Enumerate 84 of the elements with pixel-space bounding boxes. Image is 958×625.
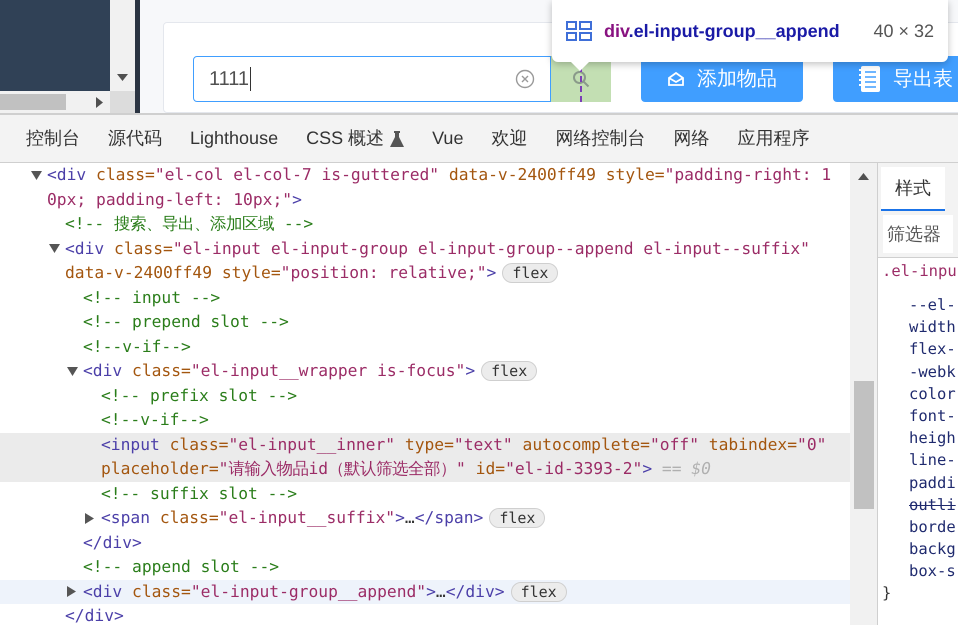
triangle-down-icon[interactable] [49, 244, 60, 254]
css-property[interactable]: paddi [909, 472, 958, 494]
code-comment: <!-- input --> [83, 286, 220, 309]
devtools-tab[interactable]: 网络控制台 [555, 115, 646, 162]
css-property[interactable]: -webk [909, 360, 958, 383]
triangle-down-icon[interactable] [31, 170, 42, 180]
triangle-down-icon[interactable] [67, 366, 78, 376]
devtools-tab[interactable]: 网络 [673, 115, 710, 162]
code-line: placeholder="请输入物品id（默认筛选全部）" id="el-id-3393-2"> == $0 [101, 458, 711, 480]
code-line: </div> [65, 605, 124, 625]
dom-node-row[interactable]: <!-- append slot --> [0, 555, 850, 580]
scroll-down-icon[interactable] [117, 74, 128, 81]
css-property[interactable]: font- [909, 404, 958, 428]
code-line: <input class="el-input__inner" type="text" autocomplete="off" tabindex="0" [101, 434, 826, 456]
flex-badge[interactable]: flex [489, 508, 546, 528]
notebook-icon [859, 65, 881, 93]
code-comment: <!-- prepend slot --> [83, 311, 289, 334]
element-size: 40 × 32 [873, 20, 934, 42]
dom-node-row[interactable]: <!--v-if--> [0, 408, 850, 432]
code-comment: <!--v-if--> [83, 336, 191, 358]
flask-icon [390, 130, 404, 146]
devtools-tab[interactable]: CSS 概述 [306, 115, 404, 162]
code-comment: <!-- prefix slot --> [101, 384, 298, 407]
search-icon [572, 70, 590, 88]
code-comment: <!--v-if--> [101, 409, 209, 432]
scrollbar-thumb[interactable] [854, 381, 874, 509]
css-property[interactable]: borde [909, 516, 958, 538]
box-icon [667, 70, 685, 88]
scrollbar-thumb[interactable] [0, 94, 66, 110]
code-comment: <!-- suffix slot --> [101, 482, 298, 505]
dom-node-row[interactable]: <!--v-if--> [0, 334, 850, 359]
dom-node-row[interactable]: <!-- prepend slot --> [0, 310, 850, 334]
code-line: 0px; padding-left: 10px;"> [47, 188, 302, 211]
scrollbar-corner [110, 91, 135, 113]
dom-node-row[interactable]: <div class="el-input__wrapper is-focus"> flex [0, 359, 850, 384]
code-comment: <!-- 搜索、导出、添加区域 --> [65, 213, 314, 236]
dom-node-row[interactable]: <!-- input --> [0, 286, 850, 310]
element-selector: div.el-input-group__append [604, 20, 840, 43]
flex-badge[interactable]: flex [481, 361, 538, 382]
dom-node-row[interactable]: <div class="el-col el-col-7 is-guttered" data-v-2400ff49 style="padding-right: 1 0px; padding-left: 10px;"> [0, 163, 850, 212]
code-line: <div class="el-input__wrapper is-focus"> [83, 360, 476, 382]
triangle-right-icon[interactable] [67, 586, 76, 598]
code-line: data-v-2400ff49 style="position: relative;"> [65, 262, 496, 284]
code-line: <div class="el-col el-col-7 is-guttered" data-v-2400ff49 style="padding-right: 1 [47, 164, 832, 186]
code-line: <div class="el-input-group__append">…</div> [83, 580, 505, 603]
css-property[interactable]: flex- [909, 338, 958, 361]
css-property[interactable]: box-s [909, 560, 958, 582]
css-property[interactable]: width [909, 316, 958, 338]
css-property[interactable]: --el- [909, 294, 958, 316]
dom-node-row[interactable]: <!-- suffix slot --> [0, 482, 850, 506]
filter-field[interactable]: 筛选器 [883, 215, 953, 253]
dom-node-row[interactable]: <!-- 搜索、导出、添加区域 --> [0, 212, 850, 236]
css-property[interactable]: backg [909, 538, 958, 560]
devtools-tab[interactable]: Lighthouse [190, 115, 278, 162]
code-line: <span class="el-input__suffix">…</span> [101, 507, 484, 530]
dom-node-row[interactable]: <div class="el-input el-input-group el-input-group--append el-input--suffix" data-v-2400ff49 style="position: relative;"> flex [0, 236, 850, 286]
dom-node-row[interactable]: <div class="el-input-group__append">…</div> flex [0, 580, 850, 604]
scroll-up-icon[interactable] [858, 173, 869, 180]
rule-end: } [882, 583, 892, 604]
triangle-right-icon[interactable] [85, 512, 94, 524]
devtools-tab[interactable]: 源代码 [108, 115, 162, 162]
devtools-tab[interactable]: 应用程序 [737, 115, 810, 162]
css-property[interactable]: color [909, 382, 958, 405]
code-line: <div class="el-input el-input-group el-input-group--append el-input--suffix" [65, 238, 810, 260]
dom-node-row[interactable]: <input class="el-input__inner" type="text" autocomplete="off" tabindex="0" placeholder="请输入物品id（默认筛选全部）" id="el-id-3393-2"> == $0 [0, 432, 850, 482]
devtools-tab[interactable]: 控制台 [26, 115, 80, 162]
css-property[interactable]: outli [909, 494, 958, 516]
devtools-tab[interactable]: 欢迎 [491, 115, 528, 162]
css-property[interactable]: line- [909, 449, 958, 472]
code-comment: <!-- append slot --> [83, 556, 280, 578]
scroll-right-icon[interactable] [96, 96, 103, 108]
css-selector: .el-inpu [882, 261, 958, 282]
code-line: </div> [83, 532, 142, 554]
dom-node-row[interactable]: <!-- prefix slot --> [0, 384, 850, 408]
flex-badge[interactable]: flex [510, 582, 567, 602]
dom-node-row[interactable]: <span class="el-input__suffix">…</span> flex [0, 506, 850, 530]
search-field[interactable]: 1111 [193, 56, 551, 102]
layout-icon [566, 20, 592, 42]
field-value: 1111 [209, 67, 250, 92]
devtools-tab[interactable]: Vue [432, 115, 464, 162]
styles-tab[interactable]: 样式 [881, 167, 945, 211]
css-property[interactable]: heigh [909, 427, 958, 450]
flex-badge[interactable]: flex [502, 263, 558, 284]
clear-icon[interactable] [515, 69, 535, 89]
